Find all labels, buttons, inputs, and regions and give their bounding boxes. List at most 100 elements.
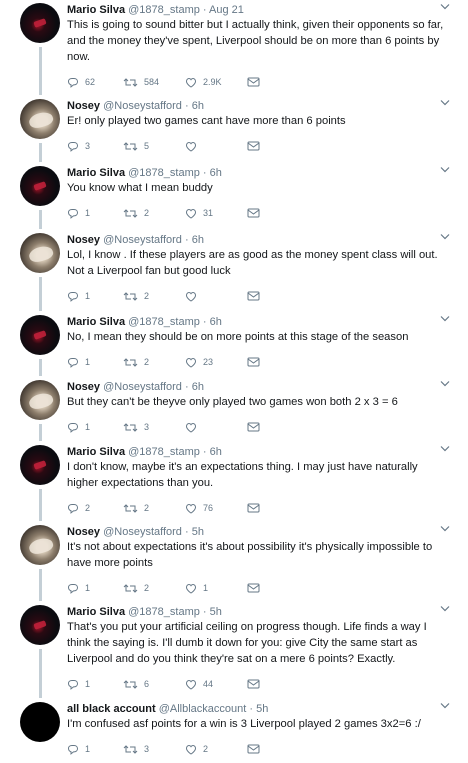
- chevron-down-icon[interactable]: [440, 233, 450, 243]
- reply-button[interactable]: 1: [67, 355, 90, 369]
- display-name[interactable]: Mario Silva: [67, 316, 125, 328]
- tweet[interactable]: Mario Silva @1878_stamp · 6h No, I mean …: [0, 315, 468, 371]
- chevron-down-icon[interactable]: [440, 3, 450, 13]
- like-button[interactable]: [185, 289, 203, 303]
- retweet-button[interactable]: 5: [123, 139, 149, 153]
- direct-message-button[interactable]: [247, 420, 266, 434]
- tweet[interactable]: Mario Silva @1878_stamp · 6h You know wh…: [0, 166, 468, 222]
- like-button[interactable]: 2.9K: [185, 75, 222, 89]
- like-button[interactable]: 23: [185, 355, 213, 369]
- reply-button[interactable]: 3: [67, 139, 90, 153]
- tweet[interactable]: all black account @Allblackaccount · 5h …: [0, 702, 468, 758]
- timestamp[interactable]: · 6h: [203, 316, 222, 328]
- direct-message-button[interactable]: [247, 677, 266, 691]
- user-handle[interactable]: @Noseystafford: [103, 100, 182, 112]
- tweet[interactable]: Nosey @Noseystafford · 5h It's not about…: [0, 525, 468, 597]
- avatar[interactable]: [20, 445, 60, 485]
- retweet-button[interactable]: 6: [123, 677, 149, 691]
- user-handle[interactable]: @1878_stamp: [128, 167, 200, 179]
- like-button[interactable]: 1: [185, 581, 208, 595]
- timestamp[interactable]: · Aug 21: [203, 4, 244, 16]
- avatar[interactable]: [20, 315, 60, 355]
- user-handle[interactable]: @1878_stamp: [128, 4, 200, 16]
- display-name[interactable]: Mario Silva: [67, 446, 125, 458]
- direct-message-button[interactable]: [247, 355, 266, 369]
- reply-button[interactable]: 62: [67, 75, 95, 89]
- reply-button[interactable]: 1: [67, 420, 90, 434]
- avatar[interactable]: [20, 605, 60, 645]
- tweet[interactable]: Nosey @Noseystafford · 6h Lol, I know . …: [0, 233, 468, 305]
- user-handle[interactable]: @1878_stamp: [128, 446, 200, 458]
- chevron-down-icon[interactable]: [440, 166, 450, 176]
- timestamp[interactable]: · 5h: [249, 703, 268, 715]
- user-handle[interactable]: @1878_stamp: [128, 606, 200, 618]
- tweet[interactable]: Mario Silva @1878_stamp · Aug 21 This is…: [0, 3, 468, 91]
- user-handle[interactable]: @1878_stamp: [128, 316, 200, 328]
- avatar[interactable]: [20, 380, 60, 420]
- avatar[interactable]: [20, 3, 60, 43]
- chevron-down-icon[interactable]: [440, 605, 450, 615]
- avatar[interactable]: [20, 233, 60, 273]
- avatar[interactable]: [20, 99, 60, 139]
- timestamp[interactable]: · 6h: [185, 234, 204, 246]
- chevron-down-icon[interactable]: [440, 99, 450, 109]
- chevron-down-icon[interactable]: [440, 525, 450, 535]
- timestamp[interactable]: · 6h: [203, 167, 222, 179]
- timestamp[interactable]: · 5h: [203, 606, 222, 618]
- avatar[interactable]: [20, 525, 60, 565]
- reply-button[interactable]: 1: [67, 581, 90, 595]
- like-button[interactable]: 76: [185, 501, 213, 515]
- display-name[interactable]: all black account: [67, 703, 156, 715]
- timestamp[interactable]: · 5h: [185, 526, 204, 538]
- retweet-button[interactable]: 2: [123, 581, 149, 595]
- retweet-button[interactable]: 2: [123, 355, 149, 369]
- timestamp[interactable]: · 6h: [185, 100, 204, 112]
- display-name[interactable]: Nosey: [67, 381, 100, 393]
- chevron-down-icon[interactable]: [440, 380, 450, 390]
- retweet-button[interactable]: 2: [123, 289, 149, 303]
- tweet[interactable]: Nosey @Noseystafford · 6h But they can't…: [0, 380, 468, 436]
- display-name[interactable]: Nosey: [67, 526, 100, 538]
- direct-message-button[interactable]: [247, 581, 266, 595]
- retweet-button[interactable]: 2: [123, 206, 149, 220]
- display-name[interactable]: Mario Silva: [67, 167, 125, 179]
- direct-message-button[interactable]: [247, 289, 266, 303]
- user-handle[interactable]: @Noseystafford: [103, 234, 182, 246]
- reply-button[interactable]: 1: [67, 206, 90, 220]
- user-handle[interactable]: @Noseystafford: [103, 526, 182, 538]
- like-button[interactable]: 44: [185, 677, 213, 691]
- timestamp[interactable]: · 6h: [185, 381, 204, 393]
- reply-button[interactable]: 1: [67, 677, 90, 691]
- direct-message-button[interactable]: [247, 75, 266, 89]
- reply-button[interactable]: 1: [67, 289, 90, 303]
- direct-message-button[interactable]: [247, 206, 266, 220]
- display-name[interactable]: Nosey: [67, 234, 100, 246]
- reply-button[interactable]: 1: [67, 742, 90, 756]
- chevron-down-icon[interactable]: [440, 702, 450, 712]
- tweet[interactable]: Nosey @Noseystafford · 6h Er! only playe…: [0, 99, 468, 155]
- avatar[interactable]: [20, 702, 60, 742]
- retweet-button[interactable]: 584: [123, 75, 159, 89]
- avatar[interactable]: [20, 166, 60, 206]
- like-button[interactable]: [185, 139, 203, 153]
- tweet[interactable]: Mario Silva @1878_stamp · 6h I don't kno…: [0, 445, 468, 517]
- display-name[interactable]: Mario Silva: [67, 606, 125, 618]
- retweet-button[interactable]: 2: [123, 501, 149, 515]
- tweet[interactable]: Mario Silva @1878_stamp · 5h That's you …: [0, 605, 468, 693]
- like-button[interactable]: 2: [185, 742, 208, 756]
- retweet-button[interactable]: 3: [123, 742, 149, 756]
- direct-message-button[interactable]: [247, 501, 266, 515]
- display-name[interactable]: Nosey: [67, 100, 100, 112]
- display-name[interactable]: Mario Silva: [67, 4, 125, 16]
- like-button[interactable]: 31: [185, 206, 213, 220]
- like-button[interactable]: [185, 420, 203, 434]
- chevron-down-icon[interactable]: [440, 315, 450, 325]
- timestamp[interactable]: · 6h: [203, 446, 222, 458]
- user-handle[interactable]: @Noseystafford: [103, 381, 182, 393]
- direct-message-button[interactable]: [247, 742, 266, 756]
- reply-button[interactable]: 2: [67, 501, 90, 515]
- direct-message-button[interactable]: [247, 139, 266, 153]
- user-handle[interactable]: @Allblackaccount: [159, 703, 247, 715]
- chevron-down-icon[interactable]: [440, 445, 450, 455]
- retweet-button[interactable]: 3: [123, 420, 149, 434]
